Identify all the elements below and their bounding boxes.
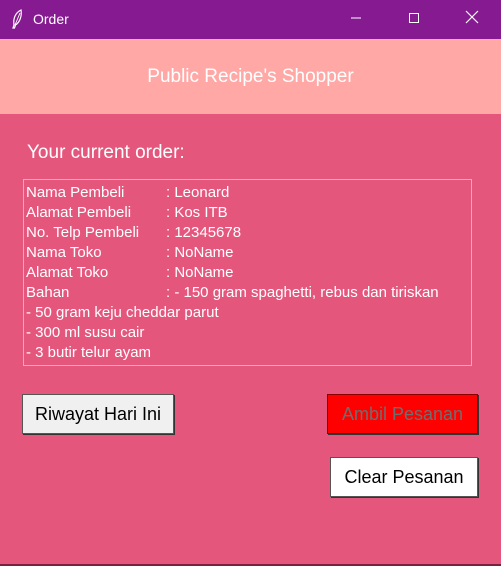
order-row: Alamat Toko : NoName xyxy=(26,263,471,283)
clear-pesanan-button[interactable]: Clear Pesanan xyxy=(330,457,478,497)
ambil-pesanan-button[interactable]: Ambil Pesanan xyxy=(327,394,478,434)
header-band: Public Recipe's Shopper xyxy=(0,39,501,114)
order-row-value: : Leonard xyxy=(166,184,230,201)
maximize-icon xyxy=(408,11,420,29)
order-row: Alamat Pembeli : Kos ITB xyxy=(26,203,471,223)
order-row-value: : - 150 gram spaghetti, rebus dan tirisk… xyxy=(166,284,439,301)
order-row: Nama Pembeli : Leonard xyxy=(26,183,471,203)
ingredient-line: - 3 butir telur ayam xyxy=(26,344,152,361)
maximize-button[interactable] xyxy=(391,0,437,39)
feather-icon xyxy=(9,9,25,29)
order-row: Bahan : - 150 gram spaghetti, rebus dan … xyxy=(26,283,471,303)
order-row-value: : 12345678 xyxy=(166,224,242,241)
minimize-icon xyxy=(350,11,362,29)
order-row: No. Telp Pembeli : 12345678 xyxy=(26,223,471,243)
order-row-value: : NoName xyxy=(166,244,234,261)
order-row: Nama Toko : NoName xyxy=(26,243,471,263)
order-row-key: Nama Toko xyxy=(26,244,102,261)
order-row-key: Bahan xyxy=(26,284,70,301)
order-row-key: No. Telp Pembeli xyxy=(26,224,140,241)
order-row-value: : Kos ITB xyxy=(166,204,228,221)
order-label: Your current order: xyxy=(27,142,185,163)
riwayat-hari-ini-button[interactable]: Riwayat Hari Ini xyxy=(22,394,174,434)
close-button[interactable] xyxy=(449,0,495,39)
brand-title: Public Recipe's Shopper xyxy=(147,65,354,87)
order-row-key: Alamat Pembeli xyxy=(26,204,132,221)
minimize-button[interactable] xyxy=(333,0,379,39)
close-icon xyxy=(465,10,479,29)
order-row-value: : NoName xyxy=(166,264,234,281)
title-bar: Order xyxy=(0,0,501,39)
ingredient-line: - 300 ml susu cair xyxy=(26,324,145,341)
window-title: Order xyxy=(33,11,69,27)
main-panel: Your current order: Nama Pembeli : Leona… xyxy=(0,114,501,564)
order-row-key: Alamat Toko xyxy=(26,264,109,281)
order-details-box[interactable]: Nama Pembeli : Leonard Alamat Pembeli : … xyxy=(23,179,472,366)
ingredient-line: - 50 gram keju cheddar parut xyxy=(26,304,219,321)
order-row-key: Nama Pembeli xyxy=(26,184,125,201)
